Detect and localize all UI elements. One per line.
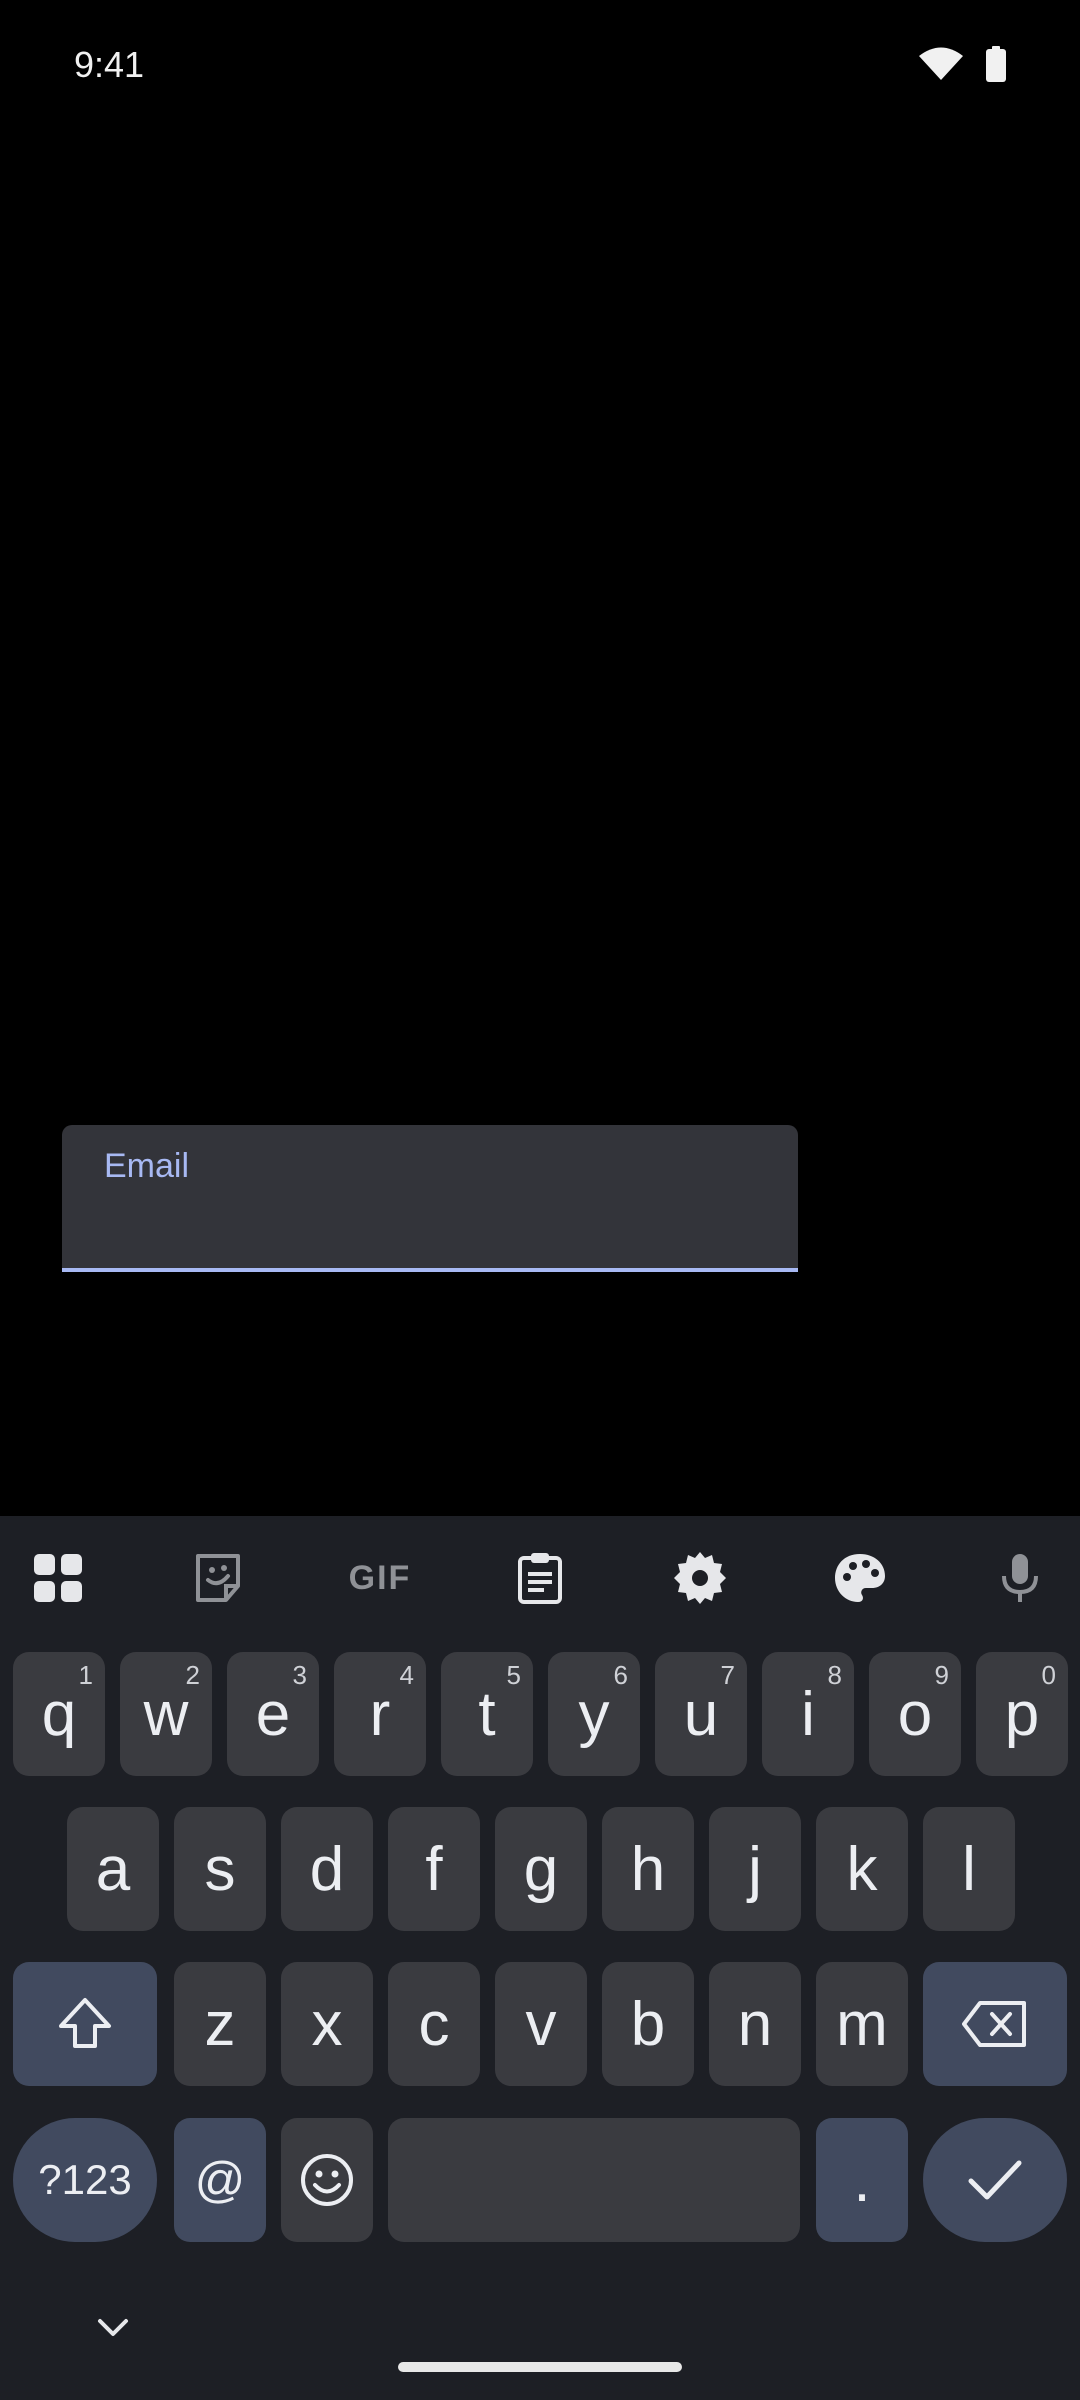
period-key[interactable]: . [816, 2118, 908, 2242]
key-k[interactable]: k [816, 1807, 908, 1931]
key-label: . [853, 2145, 871, 2215]
sticker-icon[interactable] [186, 1546, 250, 1610]
status-time: 9:41 [74, 44, 145, 85]
key-h[interactable]: h [602, 1807, 694, 1931]
gif-icon[interactable]: GIF [346, 1546, 414, 1610]
key-label: w [143, 1679, 189, 1749]
check-icon [968, 2160, 1022, 2200]
key-label: z [204, 1989, 236, 2059]
emoji-key[interactable] [281, 2118, 373, 2242]
key-label: d [309, 1834, 345, 1904]
key-hint: 7 [720, 1660, 735, 1690]
key-d[interactable]: d [281, 1807, 373, 1931]
palette-icon[interactable] [828, 1546, 892, 1610]
shift-icon [59, 1998, 111, 2048]
key-p[interactable]: p0 [976, 1652, 1068, 1776]
key-label: f [425, 1834, 443, 1904]
key-w[interactable]: w2 [120, 1652, 212, 1776]
key-u[interactable]: u7 [655, 1652, 747, 1776]
key-r[interactable]: r4 [334, 1652, 426, 1776]
key-hint: 4 [399, 1660, 414, 1690]
key-f[interactable]: f [388, 1807, 480, 1931]
soft-keyboard: GIF q1 w2 e3 r4 t5 y6 u7 i8 o9 p0 a s d … [0, 1516, 1080, 2400]
key-y[interactable]: y6 [548, 1652, 640, 1776]
key-t[interactable]: t5 [441, 1652, 533, 1776]
key-hint: 2 [185, 1660, 200, 1690]
enter-key[interactable] [923, 2118, 1067, 2242]
key-b[interactable]: b [602, 1962, 694, 2086]
key-label: i [801, 1679, 815, 1749]
key-z[interactable]: z [174, 1962, 266, 2086]
key-label: q [41, 1679, 77, 1749]
key-label: ?123 [38, 2156, 132, 2203]
key-a[interactable]: a [67, 1807, 159, 1931]
space-key[interactable] [388, 2118, 800, 2242]
key-label: p [1004, 1679, 1040, 1749]
battery-icon [986, 46, 1006, 82]
key-label: n [737, 1989, 773, 2059]
at-key[interactable]: @ [174, 2118, 266, 2242]
key-e[interactable]: e3 [227, 1652, 319, 1776]
key-q[interactable]: q1 [13, 1652, 105, 1776]
mic-icon[interactable] [988, 1546, 1052, 1610]
key-i[interactable]: i8 [762, 1652, 854, 1776]
symbols-key[interactable]: ?123 [13, 2118, 157, 2242]
key-label: c [418, 1989, 450, 2059]
key-hint: 1 [78, 1660, 93, 1690]
wifi-icon [919, 47, 963, 80]
key-label: b [630, 1989, 666, 2059]
key-label: v [525, 1989, 557, 2059]
home-indicator[interactable] [398, 2362, 682, 2372]
backspace-key[interactable] [923, 1962, 1067, 2086]
key-label: a [95, 1834, 131, 1904]
status-icons [918, 46, 1006, 82]
key-label: t [478, 1679, 496, 1749]
key-hint: 5 [506, 1660, 521, 1690]
key-l[interactable]: l [923, 1807, 1015, 1931]
key-label: k [846, 1834, 878, 1904]
key-label: l [962, 1834, 976, 1904]
key-label: o [897, 1679, 933, 1749]
key-n[interactable]: n [709, 1962, 801, 2086]
key-label: h [630, 1834, 666, 1904]
key-label: s [204, 1834, 236, 1904]
key-hint: 6 [613, 1660, 628, 1690]
gif-label: GIF [348, 1558, 412, 1597]
settings-icon[interactable] [668, 1546, 732, 1610]
email-label: Email [104, 1147, 190, 1185]
key-label: r [369, 1679, 391, 1749]
key-label: x [311, 1989, 343, 2059]
key-hint: 0 [1041, 1660, 1056, 1690]
key-label: u [683, 1679, 719, 1749]
emoji-icon [301, 2154, 353, 2206]
key-label: j [748, 1834, 762, 1904]
shift-key[interactable] [13, 1962, 157, 2086]
clipboard-icon[interactable] [508, 1546, 572, 1610]
key-v[interactable]: v [495, 1962, 587, 2086]
keyboard-toolbar: GIF [0, 1516, 1080, 1636]
key-x[interactable]: x [281, 1962, 373, 2086]
email-input[interactable] [104, 1205, 748, 1257]
key-j[interactable]: j [709, 1807, 801, 1931]
key-m[interactable]: m [816, 1962, 908, 2086]
key-label: @ [194, 2152, 246, 2208]
key-c[interactable]: c [388, 1962, 480, 2086]
key-label: g [523, 1834, 559, 1904]
key-label: m [836, 1989, 888, 2059]
email-focus-underline [62, 1268, 798, 1272]
key-label: e [255, 1679, 291, 1749]
key-hint: 3 [292, 1660, 307, 1690]
key-o[interactable]: o9 [869, 1652, 961, 1776]
key-g[interactable]: g [495, 1807, 587, 1931]
key-hint: 8 [827, 1660, 842, 1690]
email-field[interactable]: Email [62, 1125, 798, 1272]
key-label: y [578, 1679, 610, 1749]
key-s[interactable]: s [174, 1807, 266, 1931]
backspace-icon [962, 2001, 1026, 2047]
status-bar: 9:41 [0, 0, 1080, 130]
key-hint: 9 [934, 1660, 949, 1690]
apps-grid-icon[interactable] [26, 1546, 90, 1610]
chevron-down-icon[interactable] [96, 2316, 130, 2340]
